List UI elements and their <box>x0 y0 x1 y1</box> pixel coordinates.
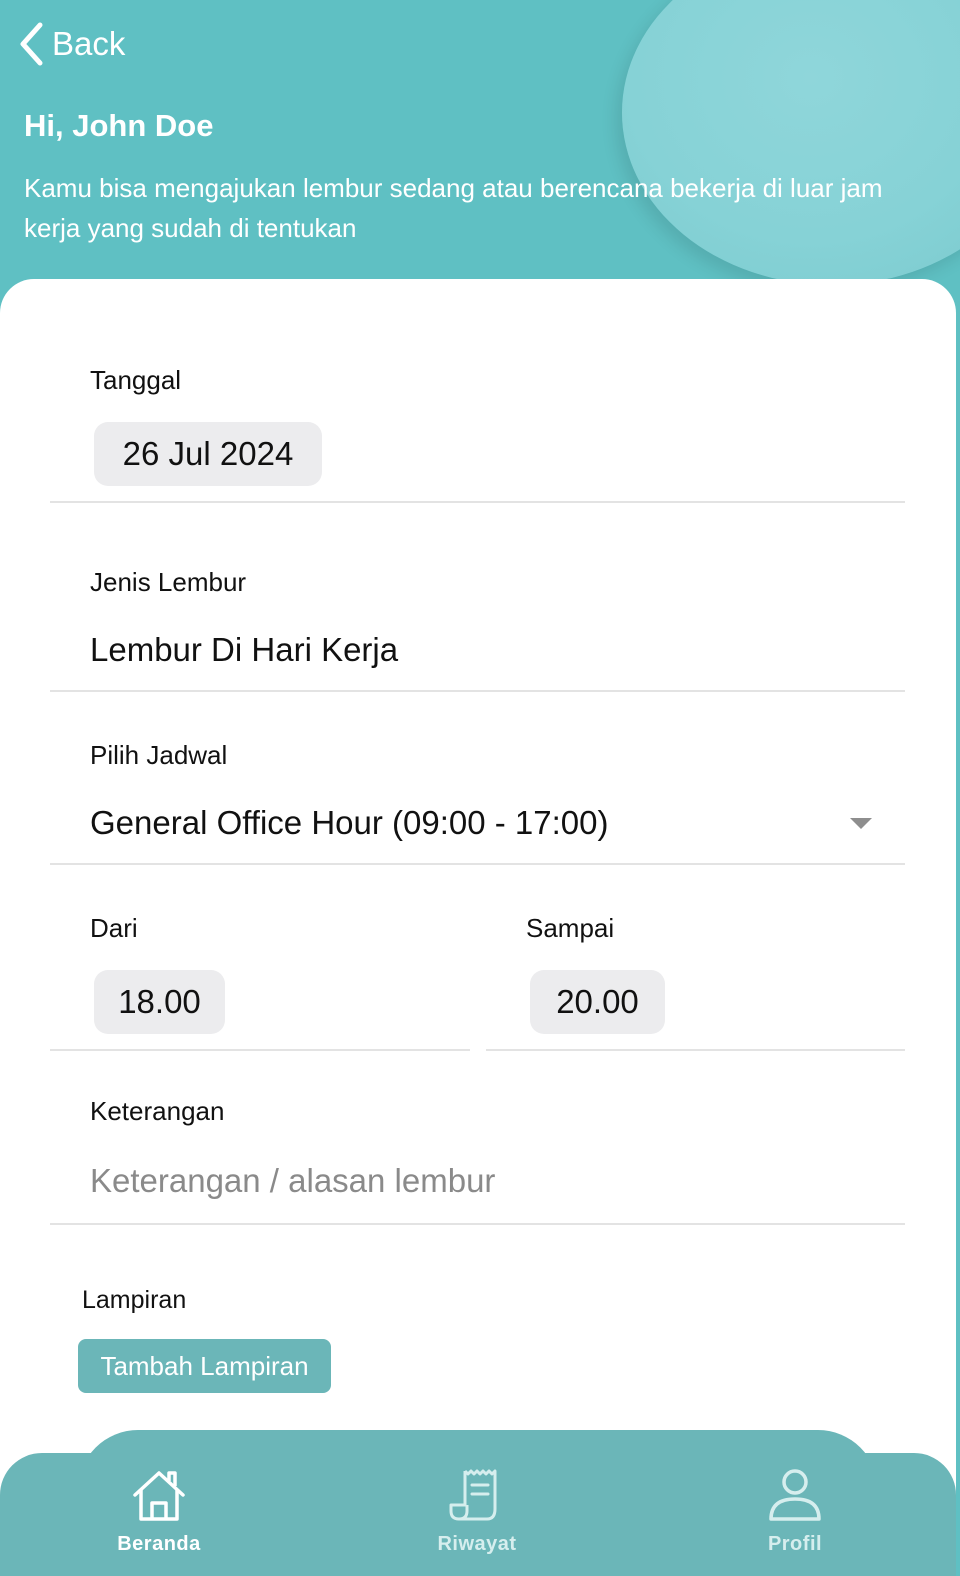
header: Back Hi, John Doe Kamu bisa mengajukan l… <box>0 0 960 300</box>
nav-label-beranda: Beranda <box>117 1533 201 1555</box>
chevron-left-icon <box>18 22 44 66</box>
sampai-field: Sampai 20.00 <box>486 887 905 1051</box>
intro-text: Kamu bisa mengajukan lembur sedang atau … <box>24 173 883 243</box>
dari-field: Dari 18.00 <box>50 887 470 1051</box>
jenis-lembur-field[interactable]: Jenis Lembur Lembur Di Hari Kerja <box>50 541 905 692</box>
greeting: Hi, John Doe <box>24 108 214 143</box>
tambah-lampiran-button[interactable]: Tambah Lampiran <box>78 1339 331 1393</box>
nav-label-profil: Profil <box>767 1533 823 1555</box>
jadwal-select[interactable]: Pilih Jadwal General Office Hour (09:00 … <box>50 714 905 865</box>
tanggal-field: Tanggal 26 Jul 2024 <box>50 339 905 503</box>
dari-time-picker[interactable]: 18.00 <box>94 970 225 1034</box>
bottom-nav: Beranda Riwayat Profil <box>0 1453 956 1576</box>
nav-item-riwayat[interactable]: Riwayat <box>377 1453 577 1576</box>
nav-item-profil[interactable]: Profil <box>695 1453 895 1576</box>
sampai-label: Sampai <box>526 913 615 943</box>
nav-item-beranda[interactable]: Beranda <box>59 1453 259 1576</box>
overtime-form-card: Tanggal 26 Jul 2024 Jenis Lembur Lembur … <box>0 279 956 1576</box>
back-button[interactable]: Back <box>18 22 125 66</box>
sampai-time-picker[interactable]: 20.00 <box>530 970 665 1034</box>
jenis-lembur-value: Lembur Di Hari Kerja <box>90 631 399 668</box>
dari-label: Dari <box>90 913 138 943</box>
keterangan-label: Keterangan <box>90 1096 225 1126</box>
dropdown-caret-icon <box>850 818 872 829</box>
jadwal-value: General Office Hour (09:00 - 17:00) <box>90 804 609 841</box>
jadwal-label: Pilih Jadwal <box>90 740 228 770</box>
nav-label-riwayat: Riwayat <box>437 1533 517 1555</box>
back-label: Back <box>52 25 126 62</box>
tanggal-date-picker[interactable]: 26 Jul 2024 <box>94 422 322 486</box>
keterangan-field[interactable]: Keterangan Keterangan / alasan lembur <box>50 1074 905 1225</box>
jenis-lembur-label: Jenis Lembur <box>90 567 247 597</box>
keterangan-input[interactable]: Keterangan / alasan lembur <box>90 1162 495 1200</box>
tanggal-label: Tanggal <box>90 365 182 395</box>
lampiran-label: Lampiran <box>82 1286 187 1314</box>
